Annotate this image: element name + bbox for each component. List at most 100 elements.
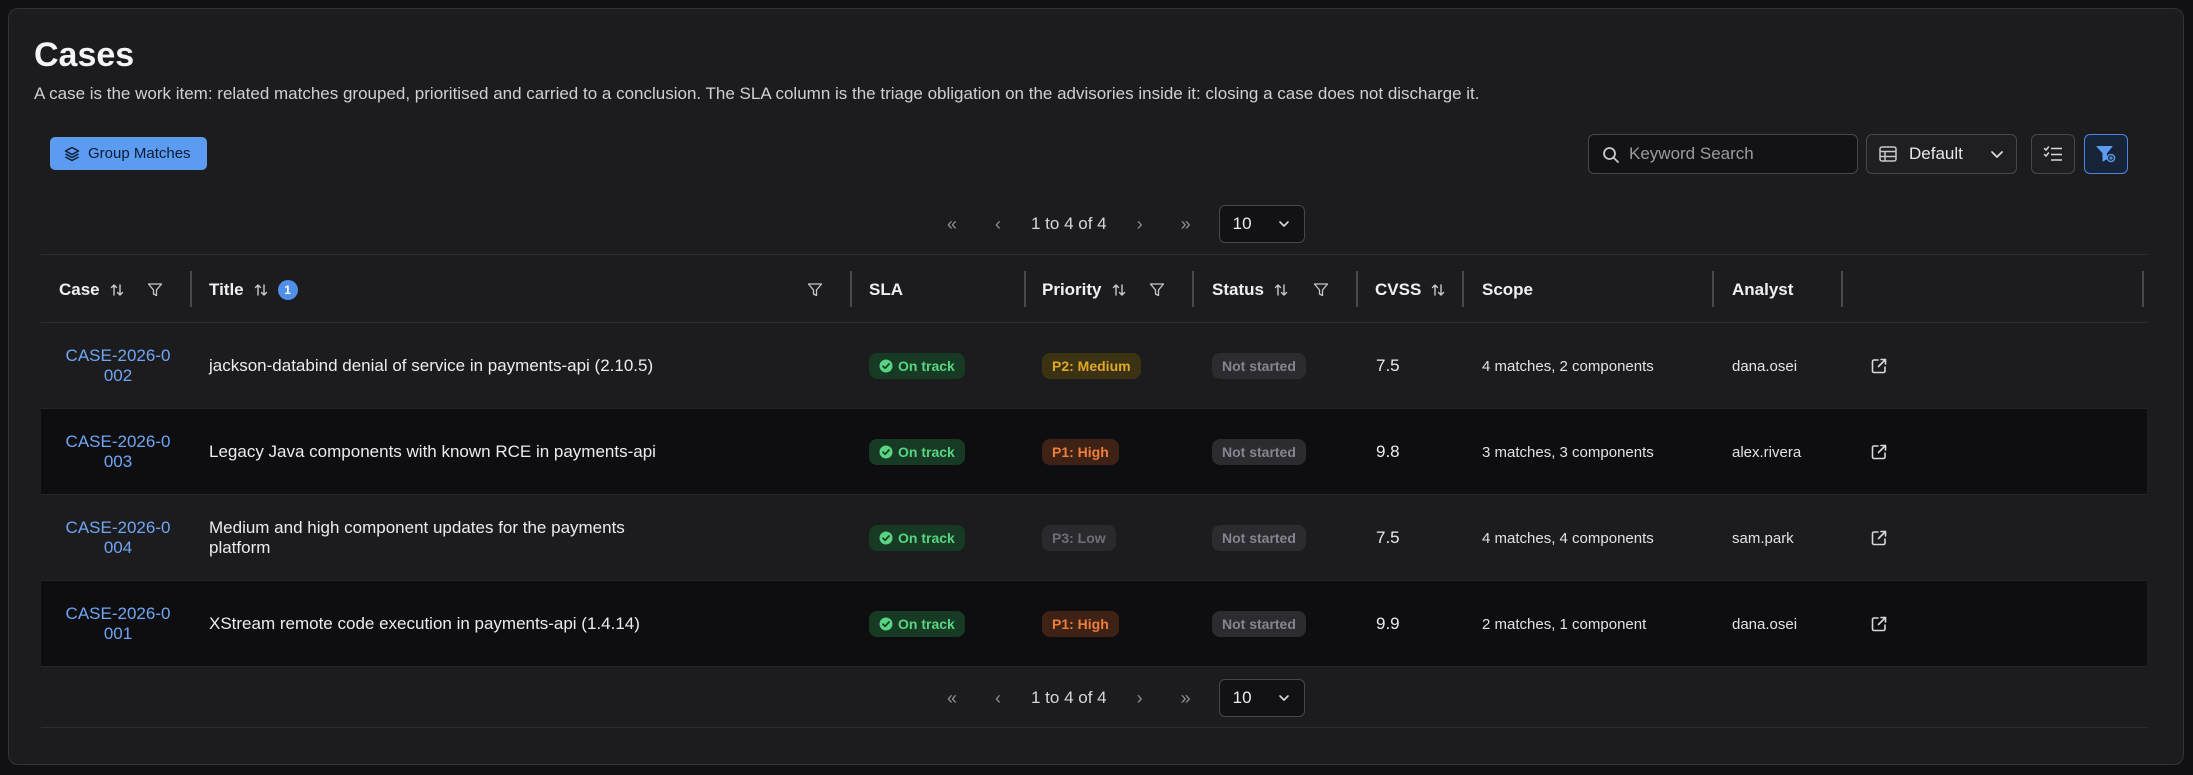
search-icon <box>1603 147 1619 163</box>
group-matches-button[interactable]: Group Matches <box>50 137 207 170</box>
first-page-icon[interactable]: « <box>929 214 975 235</box>
sla-cell: On track <box>869 581 965 667</box>
column-label: Scope <box>1482 279 1534 299</box>
external-link-icon <box>1871 530 1887 546</box>
title-cell: jackson-databind denial of service in pa… <box>209 323 679 409</box>
column-header-sla[interactable]: SLA <box>869 255 903 324</box>
status-badge: Not started <box>1212 525 1306 551</box>
case-id-link[interactable]: CASE-2026-0 003 <box>56 432 180 472</box>
case-id-link[interactable]: CASE-2026-0 001 <box>56 604 180 644</box>
column-resizer[interactable] <box>1841 271 1843 307</box>
table-footer-divider <box>41 727 2147 728</box>
priority-badge: P1: High <box>1042 611 1119 637</box>
group-matches-label: Group Matches <box>88 145 191 162</box>
table-row: CASE-2026-0 001 XStream remote code execut… <box>41 581 2147 667</box>
next-page-icon[interactable]: › <box>1117 214 1163 235</box>
open-case-button[interactable] <box>1870 581 1888 667</box>
check-circle-icon <box>879 359 893 373</box>
scope-cell: 3 matches, 3 components <box>1482 409 1654 495</box>
sort-ascending-icon[interactable] <box>254 283 268 297</box>
case-cell: CASE-2026-0 003 <box>56 409 180 495</box>
view-select[interactable]: Default <box>1866 134 2017 174</box>
sla-badge: On track <box>869 525 965 551</box>
sla-label: On track <box>898 616 955 632</box>
column-resizer[interactable] <box>1192 271 1194 307</box>
case-id-part: 003 <box>103 452 133 471</box>
list-check-icon <box>2043 146 2062 161</box>
analyst-name: alex.rivera <box>1732 443 1802 461</box>
case-id-part: CASE-2026-0 <box>65 518 171 537</box>
column-header-status[interactable]: Status <box>1212 255 1288 324</box>
case-id-link[interactable]: CASE-2026-0 004 <box>56 518 180 558</box>
page-range: 1 to 4 of 4 <box>1031 214 1107 233</box>
sort-icon[interactable] <box>1431 283 1445 297</box>
filter-icon[interactable] <box>147 282 163 298</box>
priority-cell: P2: Medium <box>1042 323 1141 409</box>
sort-icon[interactable] <box>110 283 124 297</box>
page-size-select[interactable]: 10 <box>1218 679 1305 717</box>
first-page-icon[interactable]: « <box>929 688 975 709</box>
filter-toggle-button[interactable] <box>2084 134 2128 174</box>
scope-text: 4 matches, 4 components <box>1482 529 1654 547</box>
scope-text: 2 matches, 1 component <box>1482 615 1647 633</box>
search-input[interactable] <box>1629 144 1849 164</box>
column-header-title[interactable]: Title 1 <box>209 255 298 324</box>
cvss-score: 7.5 <box>1376 356 1400 375</box>
column-resizer[interactable] <box>850 271 852 307</box>
column-resizer[interactable] <box>1356 271 1358 307</box>
filter-icon[interactable] <box>807 282 823 298</box>
page-size-select[interactable]: 10 <box>1218 205 1305 243</box>
priority-badge: P2: Medium <box>1042 353 1141 379</box>
sla-label: On track <box>898 358 955 374</box>
column-header-analyst[interactable]: Analyst <box>1732 255 1793 324</box>
column-label: CVSS <box>1375 279 1422 299</box>
status-badge: Not started <box>1212 611 1306 637</box>
column-header-scope[interactable]: Scope <box>1482 255 1533 324</box>
filter-icon[interactable] <box>1149 282 1165 298</box>
case-id-part: 002 <box>103 366 133 385</box>
open-case-button[interactable] <box>1870 409 1888 495</box>
sort-icon[interactable] <box>1112 283 1126 297</box>
case-cell: CASE-2026-0 001 <box>56 581 180 667</box>
analyst-cell: alex.rivera <box>1732 409 1801 495</box>
sla-cell: On track <box>869 495 965 581</box>
last-page-icon[interactable]: » <box>1163 688 1209 709</box>
check-circle-icon <box>879 531 893 545</box>
case-id-part: CASE-2026-0 <box>65 432 171 451</box>
column-header-cvss[interactable]: CVSS <box>1375 255 1445 324</box>
column-resizer[interactable] <box>1462 271 1464 307</box>
case-cell: CASE-2026-0 004 <box>56 495 180 581</box>
column-header-priority[interactable]: Priority <box>1042 255 1126 324</box>
table-header: Case Title 1 SLA Priority Status CVSS Sc… <box>41 254 2147 323</box>
column-resizer[interactable] <box>190 271 192 307</box>
open-case-button[interactable] <box>1870 323 1888 409</box>
case-id-link[interactable]: CASE-2026-0 002 <box>56 346 180 386</box>
filter-icon[interactable] <box>1313 282 1329 298</box>
sort-icon[interactable] <box>1274 283 1288 297</box>
table-icon <box>1879 146 1897 162</box>
status-cell: Not started <box>1212 409 1306 495</box>
column-resizer[interactable] <box>1024 271 1026 307</box>
last-page-icon[interactable]: » <box>1163 214 1209 235</box>
page-title: Cases <box>34 36 135 74</box>
page-description: A case is the work item: related matches… <box>34 84 1480 103</box>
prev-page-icon[interactable]: ‹ <box>975 214 1021 235</box>
case-cell: CASE-2026-0 002 <box>56 323 180 409</box>
column-settings-button[interactable] <box>2031 134 2075 174</box>
title-cell: Legacy Java components with known RCE in… <box>209 409 679 495</box>
column-resizer[interactable] <box>1712 271 1714 307</box>
keyword-search[interactable] <box>1588 134 1858 174</box>
column-label: Case <box>59 279 100 299</box>
open-case-button[interactable] <box>1870 495 1888 581</box>
column-resizer[interactable] <box>2142 271 2144 307</box>
page-size-value: 10 <box>1232 688 1252 707</box>
cvss-cell: 9.9 <box>1376 581 1400 667</box>
prev-page-icon[interactable]: ‹ <box>975 688 1021 709</box>
analyst-cell: sam.park <box>1732 495 1794 581</box>
column-header-case[interactable]: Case <box>59 255 124 324</box>
status-cell: Not started <box>1212 323 1306 409</box>
table-row: CASE-2026-0 002 jackson-databind denial of… <box>41 323 2147 409</box>
next-page-icon[interactable]: › <box>1117 688 1163 709</box>
column-label: Title <box>209 279 244 299</box>
column-label: Analyst <box>1732 279 1794 299</box>
